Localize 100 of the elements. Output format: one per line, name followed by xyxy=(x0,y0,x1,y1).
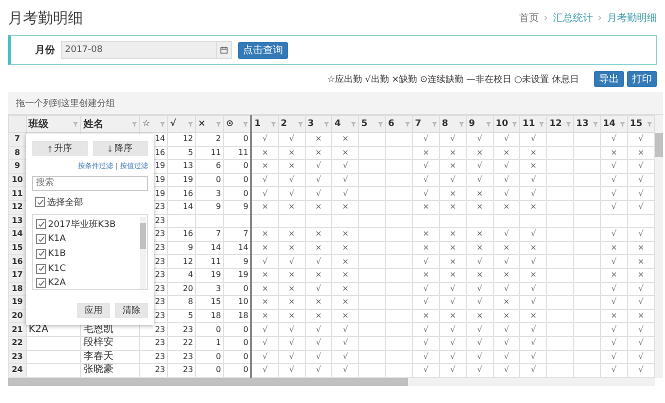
column-header[interactable]: 13 xyxy=(574,116,601,132)
filter-icon[interactable] xyxy=(512,122,518,126)
attendance-cell xyxy=(574,132,601,146)
column-header[interactable]: 5 xyxy=(358,116,386,132)
checkbox[interactable] xyxy=(35,197,45,208)
vertical-scrollbar[interactable] xyxy=(655,115,663,378)
column-header[interactable]: 2 xyxy=(278,116,306,132)
filter-icon[interactable] xyxy=(593,122,598,126)
column-header[interactable]: 1 xyxy=(251,116,278,132)
popup-button[interactable]: 应用 xyxy=(77,303,110,318)
attendance-cell xyxy=(574,309,601,323)
attendance-cell: √ xyxy=(278,336,306,350)
column-header[interactable]: 12 xyxy=(546,116,574,132)
row-number: 18 xyxy=(8,282,26,296)
attendance-cell: √ xyxy=(520,364,547,378)
sort-button[interactable]: 升序 xyxy=(32,141,88,156)
checkbox[interactable] xyxy=(36,248,46,259)
filter-icon[interactable] xyxy=(405,122,410,126)
action-button[interactable]: 打印 xyxy=(627,71,657,87)
attendance-cell: √ xyxy=(493,160,520,174)
count-cell: 8 xyxy=(168,296,196,310)
attendance-cell xyxy=(546,282,574,296)
name-cell: 张晓豪 xyxy=(80,364,140,378)
column-header[interactable]: 4 xyxy=(332,116,359,132)
count-cell: 14 xyxy=(168,200,196,214)
search-field[interactable]: 搜索 xyxy=(32,176,148,191)
attendance-cell xyxy=(520,214,547,228)
filter-icon[interactable] xyxy=(188,122,194,126)
filter-icon[interactable] xyxy=(270,122,276,126)
filter-icon[interactable] xyxy=(243,122,248,126)
column-header[interactable]: × xyxy=(196,116,224,132)
attendance-cell xyxy=(574,186,601,200)
count-cell: 9 xyxy=(168,241,196,255)
breadcrumb-link[interactable]: 首页 xyxy=(519,11,539,25)
filter-icon[interactable] xyxy=(432,122,437,126)
attendance-cell: × xyxy=(278,296,306,310)
column-header[interactable]: 7 xyxy=(412,116,440,132)
column-header[interactable]: 11 xyxy=(520,116,547,132)
column-header[interactable]: 班级 xyxy=(26,116,81,132)
filter-icon[interactable] xyxy=(620,122,625,126)
attendance-cell: × xyxy=(439,146,466,160)
attendance-cell: × xyxy=(520,160,547,174)
attendance-cell: √ xyxy=(520,282,547,296)
attendance-cell: √ xyxy=(305,160,332,174)
checkbox[interactable] xyxy=(36,278,46,288)
query-button[interactable]: 点击查询 xyxy=(238,42,288,58)
count-cell: 1 xyxy=(196,336,224,350)
filter-icon[interactable] xyxy=(298,122,303,126)
attendance-cell: × xyxy=(251,200,278,214)
column-header[interactable]: 8 xyxy=(439,116,466,132)
attendance-cell: √ xyxy=(251,186,278,200)
checkbox[interactable] xyxy=(36,234,46,244)
attendance-cell: √ xyxy=(600,350,628,364)
attendance-cell xyxy=(546,309,574,323)
filter-icon[interactable] xyxy=(378,122,384,126)
row-number: 24 xyxy=(8,364,26,378)
attendance-cell: × xyxy=(332,296,359,310)
name-cell: 段梓安 xyxy=(80,336,140,350)
month-field[interactable]: 2017-08 xyxy=(61,41,232,59)
filter-icon[interactable] xyxy=(324,122,330,126)
column-header[interactable]: ⊙ xyxy=(223,116,252,132)
row-number: 14 xyxy=(8,228,26,242)
list-scrollbar[interactable] xyxy=(140,216,146,289)
filter-icon[interactable] xyxy=(73,122,78,126)
attendance-cell xyxy=(546,146,574,160)
column-header[interactable]: 9 xyxy=(466,116,494,132)
filter-icon[interactable] xyxy=(566,122,572,126)
popup-button[interactable]: 清除 xyxy=(115,303,148,318)
class-cell xyxy=(26,336,81,350)
attendance-cell: × xyxy=(251,146,278,160)
filter-icon[interactable] xyxy=(458,122,464,126)
attendance-cell: √ xyxy=(278,173,306,187)
attendance-cell: × xyxy=(466,186,494,200)
column-header[interactable]: 15 xyxy=(627,116,654,132)
column-header[interactable]: 10 xyxy=(493,116,520,132)
filter-icon[interactable] xyxy=(132,122,138,126)
row-number: 21 xyxy=(8,322,26,336)
sort-button[interactable]: 降序 xyxy=(92,141,148,156)
filter-icon[interactable] xyxy=(539,122,544,126)
filter-icon[interactable] xyxy=(647,122,652,126)
column-header[interactable]: 14 xyxy=(600,116,628,132)
attendance-cell: √ xyxy=(251,364,278,378)
column-header[interactable]: 6 xyxy=(386,116,413,132)
column-header[interactable]: 3 xyxy=(305,116,332,132)
attendance-cell: × xyxy=(466,268,494,282)
column-header[interactable]: 姓名 xyxy=(80,116,140,132)
column-header[interactable]: √ xyxy=(168,116,196,132)
checkbox[interactable] xyxy=(36,219,46,230)
action-button[interactable]: 导出 xyxy=(594,71,624,87)
filter-icon[interactable] xyxy=(351,122,356,126)
count-cell: 14 xyxy=(223,241,252,255)
attendance-cell: × xyxy=(439,268,466,282)
filter-icon[interactable] xyxy=(486,122,491,126)
checkbox[interactable] xyxy=(36,264,46,274)
attendance-cell: √ xyxy=(305,173,332,187)
filter-icon[interactable] xyxy=(216,122,221,126)
filter-icon[interactable] xyxy=(160,122,166,126)
attendance-cell xyxy=(386,241,413,255)
column-header[interactable]: ☆ xyxy=(140,116,168,132)
row-number: 7 xyxy=(8,132,26,146)
